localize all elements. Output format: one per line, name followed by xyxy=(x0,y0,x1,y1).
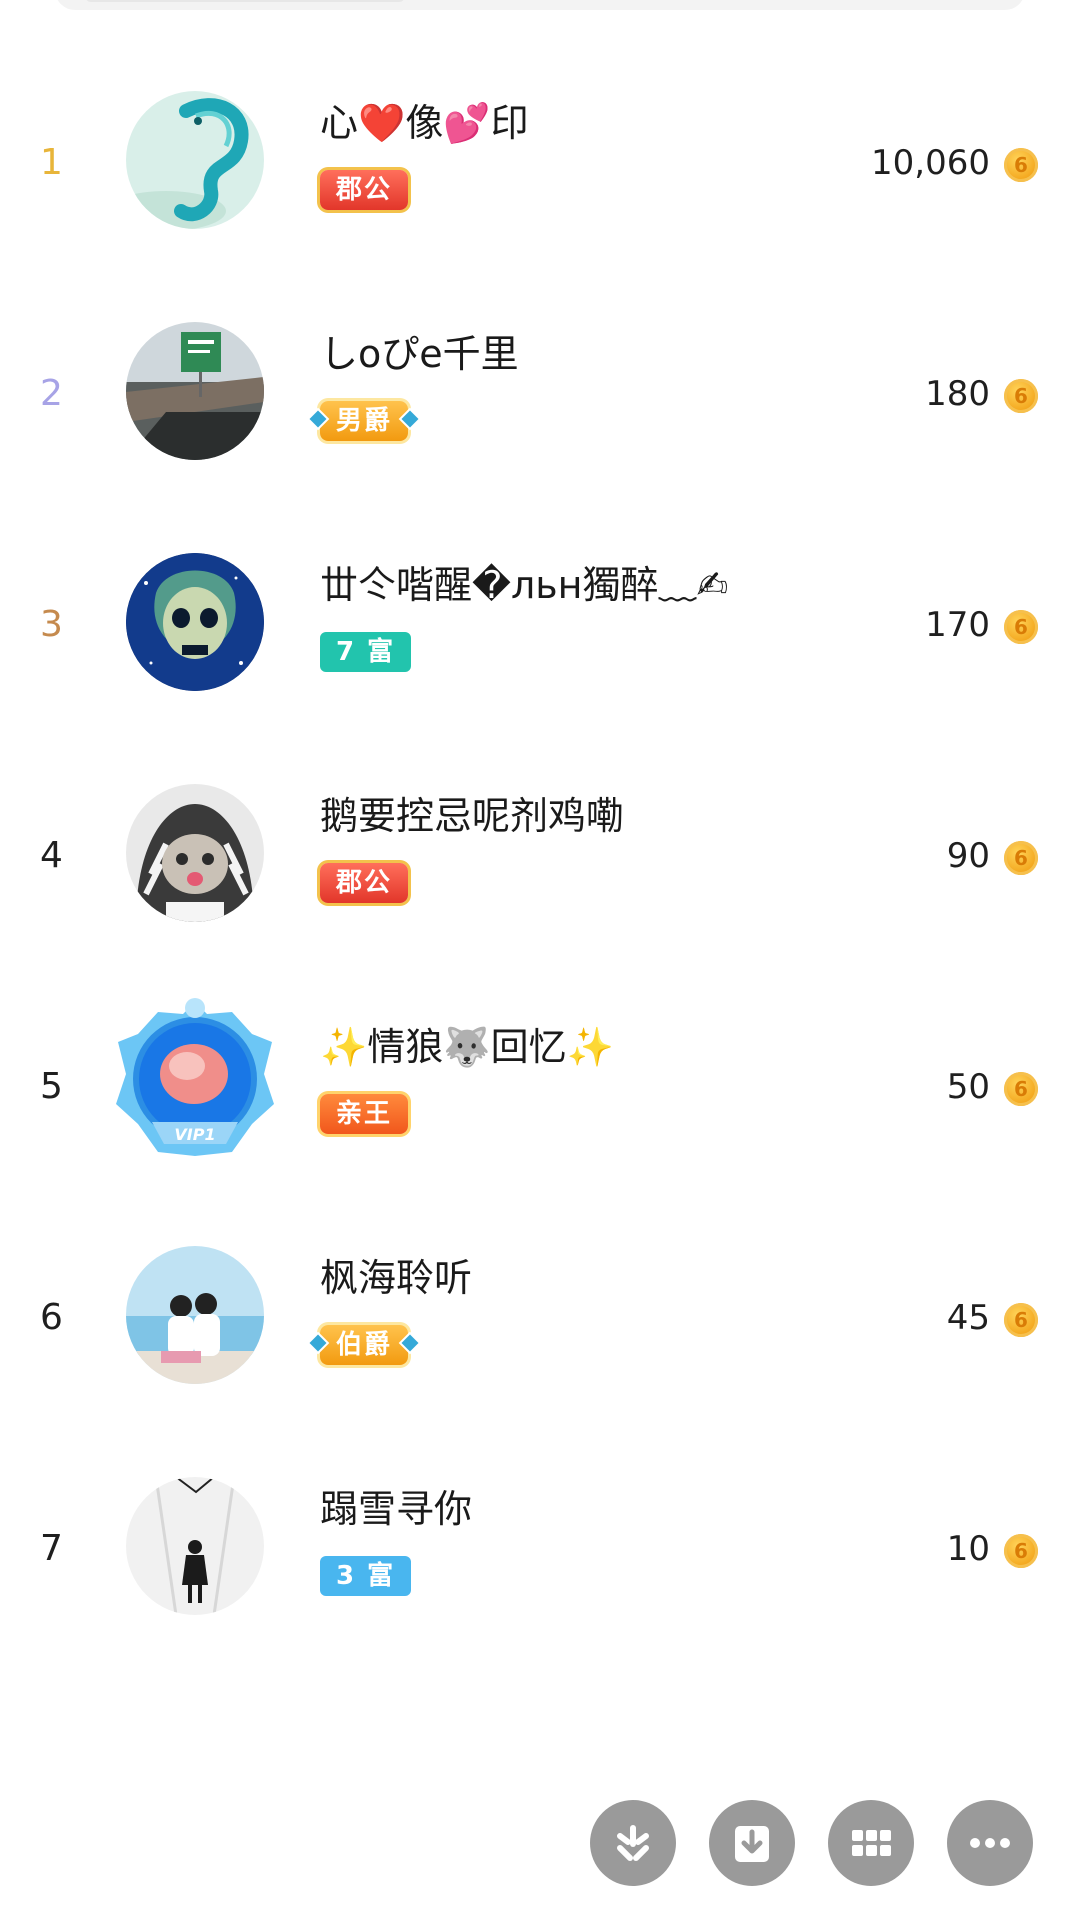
list-item[interactable]: 2 しoぴe千里 男爵 180 6 xyxy=(0,301,1080,532)
badge-wing-icon xyxy=(309,1334,327,1352)
avatar[interactable] xyxy=(126,91,264,229)
score-value: 45 xyxy=(946,1298,990,1338)
rank-number: 3 xyxy=(40,604,63,645)
avatar[interactable] xyxy=(126,784,264,922)
list-item[interactable]: 3 丗仒喈醒�льн獨醉﹏✍ 7 富 170 6 xyxy=(0,532,1080,763)
user-name: 心❤️像💕印 xyxy=(320,101,529,145)
vip-avatar-frame[interactable]: VIP1 xyxy=(112,994,278,1164)
more-button[interactable] xyxy=(947,1800,1033,1886)
avatar[interactable] xyxy=(126,1246,264,1384)
apps-button[interactable] xyxy=(828,1800,914,1886)
user-name: 鹅要控忌呢剂鸡嘞 xyxy=(320,794,625,838)
coin-icon: 6 xyxy=(1004,841,1038,875)
avatar[interactable] xyxy=(126,553,264,691)
score-value: 10 xyxy=(946,1529,990,1569)
badge-wing-icon xyxy=(401,410,419,428)
user-name: 丗仒喈醒�льн獨醉﹏✍ xyxy=(320,563,729,607)
rank-badge: 郡公 xyxy=(320,863,409,903)
rank-number: 6 xyxy=(40,1297,63,1338)
coin-icon: 6 xyxy=(1004,379,1038,413)
list-item[interactable]: 1 心❤️像💕印 郡公 10,060 6 xyxy=(0,70,1080,301)
moments-button[interactable] xyxy=(590,1800,676,1886)
list-item[interactable]: 7 蹋雪寻你 3 富 10 6 xyxy=(0,1456,1080,1687)
coin-icon: 6 xyxy=(1004,1534,1038,1568)
rank-number: 1 xyxy=(40,142,63,183)
avatar[interactable] xyxy=(126,1477,264,1615)
list-item[interactable]: 5 VIP1 ✨情狼🐺回忆✨ 亲王 50 6 xyxy=(0,994,1080,1225)
coin-icon: 6 xyxy=(1004,1072,1038,1106)
rank-badge: 7 富 xyxy=(320,632,412,672)
moments-icon xyxy=(617,1825,649,1861)
rank-badge: 伯爵 xyxy=(309,1325,419,1365)
coin-icon: 6 xyxy=(1004,148,1038,182)
list-item[interactable]: 6 枫海聆听 伯爵 45 6 xyxy=(0,1225,1080,1456)
score-value: 50 xyxy=(946,1067,990,1107)
grid-icon xyxy=(852,1830,891,1856)
rank-badge: 3 富 xyxy=(320,1556,412,1596)
user-name: 蹋雪寻你 xyxy=(320,1487,473,1531)
badge-wing-icon xyxy=(309,410,327,428)
leaderboard-list: 1 心❤️像💕印 郡公 10,060 6 2 しoぴe千里 男爵 180 6 3… xyxy=(0,70,1080,1687)
rank-badge: 郡公 xyxy=(320,170,409,210)
score-value: 90 xyxy=(946,836,990,876)
rank-number: 2 xyxy=(40,373,63,414)
score-value: 180 xyxy=(925,374,990,414)
download-icon xyxy=(735,1826,769,1862)
user-name: 枫海聆听 xyxy=(320,1256,473,1300)
top-tab-bar xyxy=(55,0,1025,10)
top-tab-indicator xyxy=(85,0,405,2)
badge-wing-icon xyxy=(401,1334,419,1352)
badge-label: 伯爵 xyxy=(336,1330,393,1360)
rank-number: 4 xyxy=(40,835,63,876)
list-item[interactable]: 4 鹅要控忌呢剂鸡嘞 郡公 90 6 xyxy=(0,763,1080,994)
coin-icon: 6 xyxy=(1004,1303,1038,1337)
rank-badge: 男爵 xyxy=(309,401,419,441)
svg-text:VIP1: VIP1 xyxy=(174,1125,215,1144)
rank-number: 5 xyxy=(40,1066,63,1107)
coin-icon: 6 xyxy=(1004,610,1038,644)
rank-badge: 亲王 xyxy=(320,1094,409,1134)
avatar[interactable] xyxy=(126,322,264,460)
more-icon xyxy=(970,1838,1010,1848)
badge-label: 男爵 xyxy=(336,406,393,436)
floating-action-bar xyxy=(590,1800,1033,1890)
rank-number: 7 xyxy=(40,1528,63,1569)
score-value: 10,060 xyxy=(871,143,990,183)
user-name: ✨情狼🐺回忆✨ xyxy=(320,1025,614,1069)
download-button[interactable] xyxy=(709,1800,795,1886)
score-value: 170 xyxy=(925,605,990,645)
user-name: しoぴe千里 xyxy=(320,332,519,376)
